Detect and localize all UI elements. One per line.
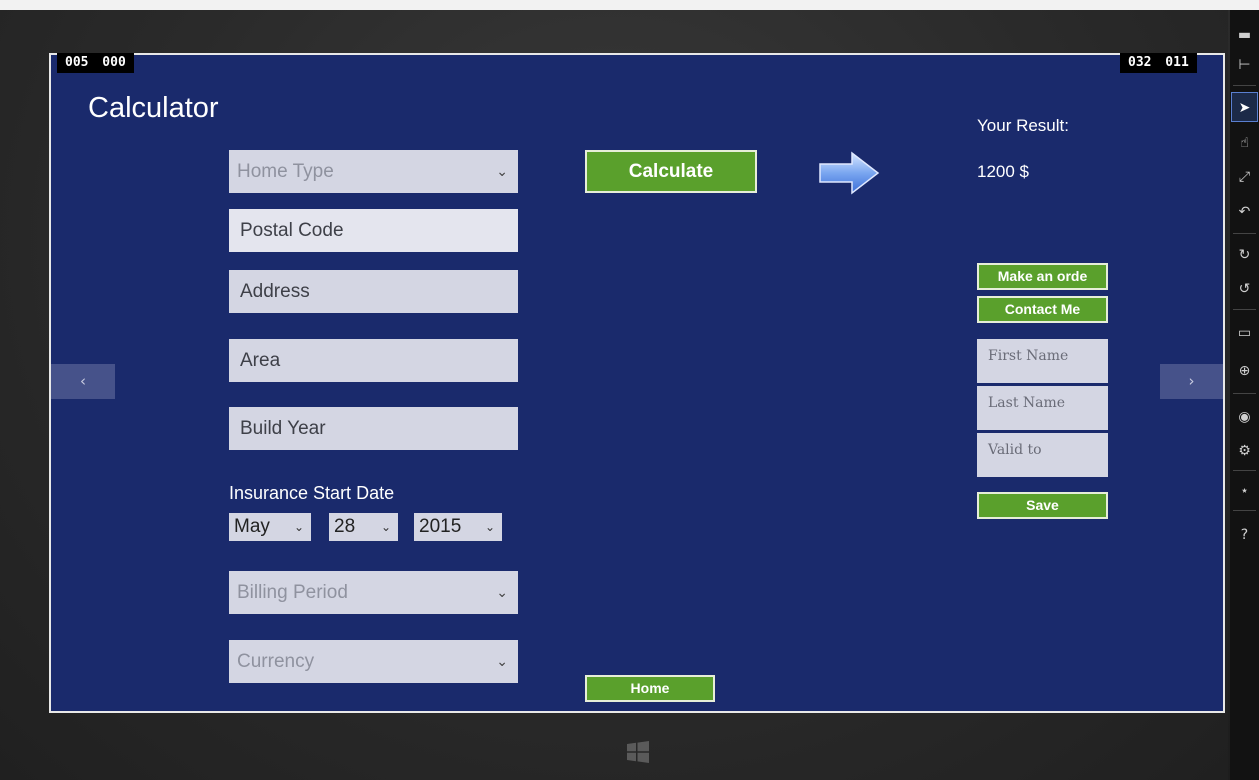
day-select[interactable]: 28 ⌄ bbox=[329, 513, 398, 541]
month-select[interactable]: May ⌄ bbox=[229, 513, 311, 541]
year-select[interactable]: 2015 ⌄ bbox=[414, 513, 502, 541]
chevron-down-icon: ⌄ bbox=[293, 520, 304, 534]
home-button[interactable]: Home bbox=[585, 675, 715, 702]
chevron-down-icon: ⌄ bbox=[380, 520, 391, 534]
windows-logo-icon[interactable] bbox=[627, 741, 649, 763]
next-page-button[interactable]: › bbox=[1160, 364, 1223, 399]
result-label: Your Result: bbox=[977, 116, 1069, 135]
contact-me-button[interactable]: Contact Me bbox=[977, 296, 1108, 323]
page-title: Calculator bbox=[88, 92, 219, 124]
minimize-icon[interactable]: ▬ bbox=[1231, 20, 1258, 50]
first-name-input[interactable]: First Name bbox=[977, 339, 1108, 383]
chevron-down-icon: ⌄ bbox=[496, 163, 508, 179]
rotate-cw-icon[interactable]: ↻ bbox=[1231, 240, 1258, 270]
top-strip bbox=[0, 0, 1259, 10]
counter-right: 032 011 bbox=[1120, 53, 1197, 73]
insurance-start-date-label: Insurance Start Date bbox=[229, 483, 395, 503]
home-type-placeholder: Home Type bbox=[237, 161, 334, 182]
touch-icon[interactable]: ☝ bbox=[1231, 128, 1258, 158]
pointer-icon[interactable]: ➤ bbox=[1231, 92, 1258, 122]
rotate-icon[interactable]: ↶ bbox=[1231, 197, 1258, 227]
counter-left: 005 000 bbox=[57, 53, 134, 73]
area-input[interactable]: Area bbox=[229, 339, 518, 382]
chevron-down-icon: ⌄ bbox=[496, 653, 508, 669]
monitor-icon[interactable]: ▭ bbox=[1231, 318, 1258, 348]
month-value: May bbox=[234, 516, 270, 537]
toolbar-divider bbox=[1233, 85, 1256, 86]
billing-period-select[interactable]: Billing Period ⌄ bbox=[229, 571, 518, 614]
postal-code-input[interactable]: Postal Code bbox=[229, 209, 518, 252]
currency-placeholder: Currency bbox=[237, 651, 315, 672]
camera-icon[interactable]: ◉ bbox=[1231, 402, 1258, 432]
previous-page-button[interactable]: ‹ bbox=[51, 364, 115, 399]
toolbar-divider bbox=[1233, 470, 1256, 471]
globe-icon[interactable]: ⊕ bbox=[1231, 356, 1258, 386]
last-name-input[interactable]: Last Name bbox=[977, 386, 1108, 430]
toolbar-divider bbox=[1233, 309, 1256, 310]
address-input[interactable]: Address bbox=[229, 270, 518, 313]
make-order-button[interactable]: Make an orde bbox=[977, 263, 1108, 290]
settings-icon[interactable]: ⚙ bbox=[1231, 436, 1258, 466]
day-value: 28 bbox=[334, 516, 356, 537]
billing-period-placeholder: Billing Period bbox=[237, 582, 348, 603]
chevron-left-icon: ‹ bbox=[80, 372, 86, 390]
home-type-select[interactable]: Home Type ⌄ bbox=[229, 150, 518, 193]
chevron-right-icon: › bbox=[1188, 372, 1195, 390]
save-button[interactable]: Save bbox=[977, 492, 1108, 519]
simulator-toolbar bbox=[1230, 10, 1259, 780]
calculate-button[interactable]: Calculate bbox=[585, 150, 757, 193]
toolbar-divider bbox=[1233, 393, 1256, 394]
chevron-down-icon: ⌄ bbox=[484, 520, 495, 534]
help-icon[interactable]: ? bbox=[1231, 520, 1258, 550]
network-icon[interactable]: ⋆ bbox=[1231, 476, 1258, 506]
result-value: 1200 $ bbox=[977, 162, 1029, 181]
rotate-ccw-icon[interactable]: ↺ bbox=[1231, 274, 1258, 304]
valid-to-input[interactable]: Valid to bbox=[977, 433, 1108, 477]
arrow-right-icon bbox=[819, 151, 880, 195]
toolbar-divider bbox=[1233, 233, 1256, 234]
toolbar-divider bbox=[1233, 510, 1256, 511]
pinch-icon[interactable]: ⤢ bbox=[1231, 162, 1258, 192]
year-value: 2015 bbox=[419, 516, 462, 537]
currency-select[interactable]: Currency ⌄ bbox=[229, 640, 518, 683]
build-year-input[interactable]: Build Year bbox=[229, 407, 518, 450]
chevron-down-icon: ⌄ bbox=[496, 584, 508, 600]
pin-icon[interactable]: ⊢ bbox=[1231, 50, 1258, 80]
